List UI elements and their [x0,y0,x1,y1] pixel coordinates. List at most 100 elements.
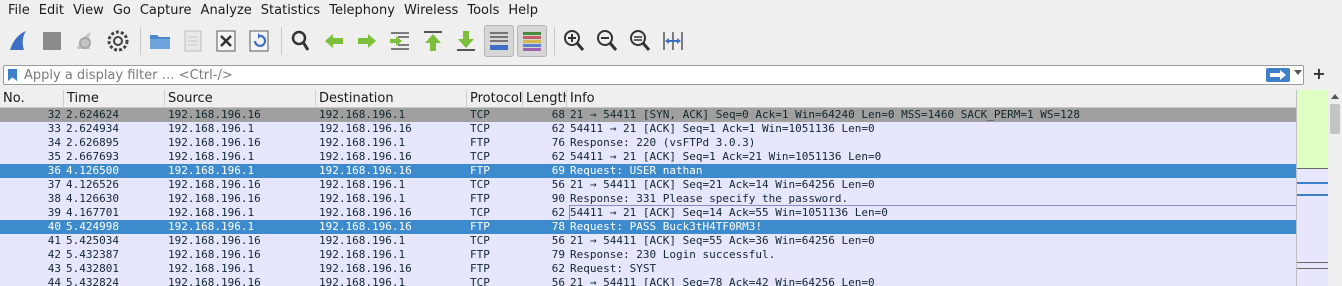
vertical-scrollbar[interactable] [1328,90,1342,286]
zoom-in-button[interactable] [559,25,589,57]
capture-options-button[interactable] [103,25,133,57]
packet-row[interactable]: 34 2.626895 192.168.196.16 192.168.196.1 FTP… [0,136,1296,150]
arrow-down-icon [457,31,475,51]
packet-time-cell: 5.432387 [66,248,119,261]
packet-info-cell: 54411 → 21 [ACK] Seq=1 Ack=21 Win=105113… [570,150,882,163]
zoom-in-icon [564,30,585,51]
packet-src-cell: 192.168.196.1 [168,164,255,177]
menu-tools[interactable]: Tools [463,0,503,22]
packet-dst-cell: 192.168.196.16 [319,206,412,219]
packet-src-cell: 192.168.196.16 [168,276,261,286]
packet-row[interactable]: 37 4.126526 192.168.196.16 192.168.196.1 TCP… [0,178,1296,192]
packet-dst-cell: 192.168.196.16 [319,150,412,163]
packet-len-cell: 62 [551,262,565,275]
auto-scroll-button[interactable] [484,25,514,57]
packet-proto-cell: TCP [470,122,490,135]
bookmark-icon[interactable] [8,69,17,81]
menu-analyze[interactable]: Analyze [197,0,256,22]
packet-time-cell: 2.624624 [66,108,119,121]
colorize-button[interactable] [517,25,547,57]
menu-telephony[interactable]: Telephony [325,0,399,22]
packet-row[interactable]: 38 4.126630 192.168.196.16 192.168.196.1 FTP… [0,192,1296,206]
packet-list-header: No. Time Source Destination Protocol Len… [0,90,1296,108]
packet-info-cell: 21 → 54411 [ACK] Seq=55 Ack=36 Win=64256… [570,234,875,247]
packet-row[interactable]: 44 5.432824 192.168.196.16 192.168.196.1 TCP… [0,276,1296,286]
packet-proto-cell: TCP [470,206,490,219]
packet-row[interactable]: 33 2.624934 192.168.196.1 192.168.196.16 TCP… [0,122,1296,136]
add-filter-button[interactable]: + [1312,64,1326,84]
go-to-packet-button[interactable] [385,25,415,57]
packet-len-cell: 56 [551,178,565,191]
packet-len-cell: 56 [551,276,565,286]
column-header-length[interactable]: Length [523,90,567,108]
packet-row[interactable]: 41 5.425034 192.168.196.16 192.168.196.1 TCP… [0,234,1296,248]
resize-columns-icon [663,32,683,50]
scrollbar-thumb[interactable] [1330,104,1340,134]
column-header-no[interactable]: No. [0,90,64,108]
packet-row[interactable]: 35 2.667693 192.168.196.1 192.168.196.16 TCP… [0,150,1296,164]
packet-len-cell: 62 [551,206,565,219]
resize-columns-button[interactable] [658,25,688,57]
go-first-button[interactable] [418,25,448,57]
menu-go[interactable]: Go [109,0,135,22]
zoom-out-button[interactable] [592,25,622,57]
packet-time-cell: 5.425034 [66,234,119,247]
packet-len-cell: 78 [551,220,565,233]
menu-edit[interactable]: Edit [35,0,68,22]
packet-proto-cell: FTP [470,136,490,149]
zoom-out-icon [597,30,618,51]
packet-no-cell: 32 [47,108,61,121]
packet-row[interactable]: 36 4.126500 192.168.196.1 192.168.196.16 FTP… [0,164,1296,178]
packet-src-cell: 192.168.196.16 [168,192,261,205]
column-header-time[interactable]: Time [64,90,165,108]
auto-scroll-icon [490,32,508,50]
packet-time-cell: 5.424998 [66,220,119,233]
zoom-normal-button[interactable] [625,25,655,57]
scroll-up-arrow-icon[interactable] [1331,94,1339,99]
chevron-down-icon[interactable] [1294,70,1302,75]
stop-square-icon [43,32,61,50]
reload-file-button[interactable] [244,25,274,57]
packet-no-cell: 43 [47,262,61,275]
packet-time-cell: 4.126526 [66,178,119,191]
open-file-button[interactable] [145,25,175,57]
restart-capture-button[interactable] [70,25,100,57]
packet-dst-cell: 192.168.196.1 [319,178,406,191]
packet-proto-cell: TCP [470,108,490,121]
menu-statistics[interactable]: Statistics [257,0,324,22]
start-capture-button[interactable] [4,25,34,57]
packet-dst-cell: 192.168.196.1 [319,136,406,149]
menu-help[interactable]: Help [504,0,542,22]
menu-wireless[interactable]: Wireless [400,0,462,22]
column-header-destination[interactable]: Destination [316,90,467,108]
packet-row[interactable]: 42 5.432387 192.168.196.16 192.168.196.1 FTP… [0,248,1296,262]
menu-capture[interactable]: Capture [136,0,196,22]
packet-src-cell: 192.168.196.16 [168,108,261,121]
go-forward-button[interactable] [352,25,382,57]
column-header-protocol[interactable]: Protocol [467,90,523,108]
go-back-button[interactable] [319,25,349,57]
close-file-button[interactable] [211,25,241,57]
column-header-info[interactable]: Info [567,90,1296,108]
packet-len-cell: 56 [551,234,565,247]
packet-src-cell: 192.168.196.16 [168,178,261,191]
menu-file[interactable]: File [4,0,34,22]
packet-row[interactable]: 40 5.424998 192.168.196.1 192.168.196.16 FTP… [0,220,1296,234]
apply-filter-button[interactable] [1266,68,1290,82]
menu-view[interactable]: View [69,0,108,22]
packet-len-cell: 62 [551,122,565,135]
packet-row[interactable]: 43 5.432801 192.168.196.1 192.168.196.16 FTP… [0,262,1296,276]
save-file-button[interactable] [178,25,208,57]
display-filter-input[interactable] [24,66,1254,84]
packet-row[interactable]: 32 2.624624 192.168.196.16 192.168.196.1 TCP… [0,108,1296,122]
stop-capture-button[interactable] [37,25,67,57]
packet-minimap[interactable] [1296,90,1329,286]
packet-row[interactable]: 39 4.167701 192.168.196.1 192.168.196.16 TCP… [0,205,1297,221]
packet-proto-cell: FTP [470,262,490,275]
column-header-source[interactable]: Source [165,90,316,108]
jump-arrow-icon [390,32,409,50]
find-packet-button[interactable] [286,25,316,57]
go-last-button[interactable] [451,25,481,57]
gear-icon [107,30,129,52]
packet-info-cell: Request: USER nathan [570,164,703,177]
